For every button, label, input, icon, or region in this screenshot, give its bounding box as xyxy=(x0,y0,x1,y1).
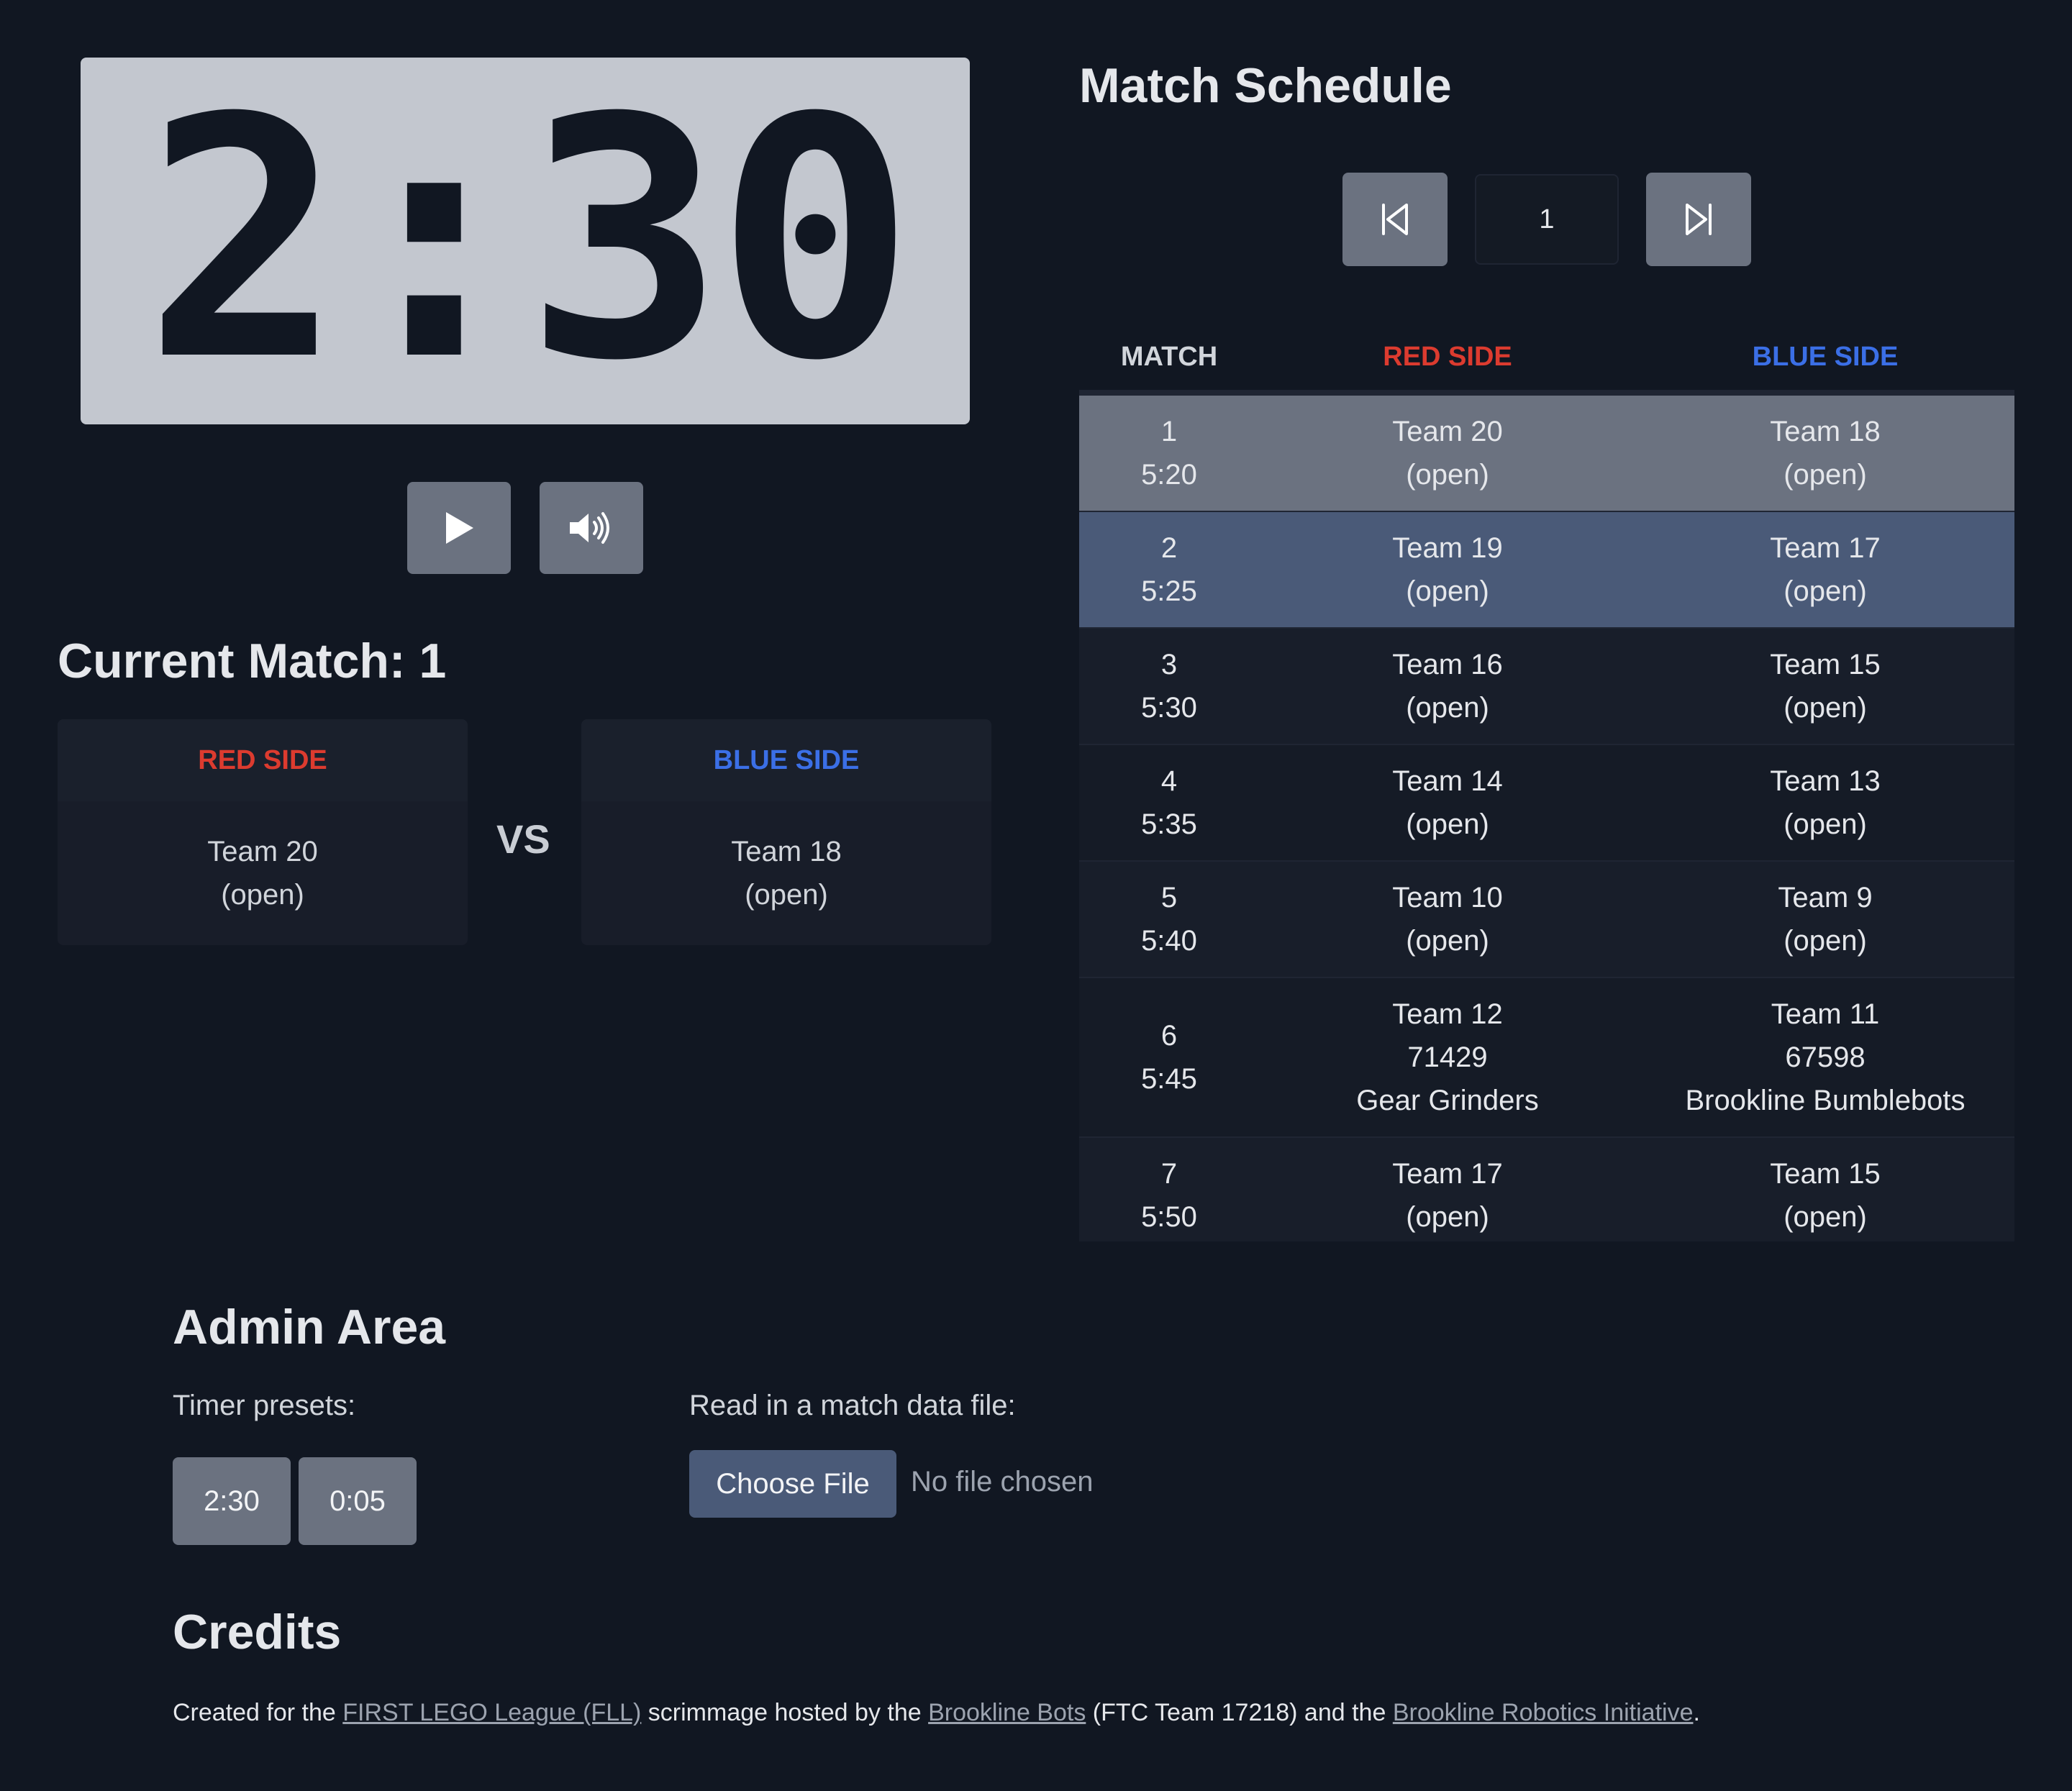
credits-title: Credits xyxy=(173,1605,342,1659)
current-blue-card: BLUE SIDE Team 18 (open) xyxy=(581,719,991,945)
credits-text-1: Created for the xyxy=(173,1699,343,1726)
header-blue-side: BLUE SIDE xyxy=(1752,341,1899,372)
current-blue-label: BLUE SIDE xyxy=(581,719,991,801)
blue-team-status: (open) xyxy=(1784,808,1867,840)
brookline-robotics-link[interactable]: Brookline Robotics Initiative xyxy=(1393,1699,1694,1726)
current-red-status: (open) xyxy=(221,879,304,911)
schedule-table: MATCH RED SIDE BLUE SIDE 1 5:20 Team 20 (o… xyxy=(1079,324,2014,1241)
brookline-bots-link[interactable]: Brookline Bots xyxy=(928,1699,1086,1726)
admin-title: Admin Area xyxy=(173,1300,446,1354)
header-match: MATCH xyxy=(1120,341,1218,372)
fll-link[interactable]: FIRST LEGO League (FLL) xyxy=(342,1699,641,1726)
schedule-title: Match Schedule xyxy=(1079,58,1452,113)
blue-team-status: (open) xyxy=(1784,459,1867,491)
match-number: 2 xyxy=(1160,532,1178,564)
red-team-status: (open) xyxy=(1406,925,1489,957)
red-team-name: Gear Grinders xyxy=(1356,1085,1539,1116)
file-status: No file chosen xyxy=(911,1466,1094,1498)
current-red-label: RED SIDE xyxy=(58,719,468,801)
red-team: Team 12 xyxy=(1392,998,1503,1030)
match-time: 5:45 xyxy=(1141,1063,1197,1095)
match-time: 5:40 xyxy=(1141,925,1197,957)
red-team-status: (open) xyxy=(1406,808,1489,840)
timer-text: 2:30 xyxy=(144,48,915,433)
preset-button-2-30[interactable]: 2:30 xyxy=(173,1457,291,1545)
red-team-status: (open) xyxy=(1406,575,1489,607)
blue-team: Team 17 xyxy=(1770,532,1881,564)
match-time: 5:25 xyxy=(1141,575,1197,607)
blue-team: Team 18 xyxy=(1770,416,1881,447)
red-team-number: 71429 xyxy=(1407,1042,1488,1073)
credits-text-4: . xyxy=(1693,1699,1700,1726)
volume-icon xyxy=(570,512,609,544)
credits-text-3: (FTC Team 17218) and the xyxy=(1086,1699,1393,1726)
red-team: Team 10 xyxy=(1392,882,1503,913)
red-team: Team 20 xyxy=(1392,416,1503,447)
skip-forward-icon xyxy=(1686,204,1712,235)
red-team: Team 14 xyxy=(1392,765,1503,797)
current-red-card: RED SIDE Team 20 (open) xyxy=(58,719,468,945)
match-time: 5:50 xyxy=(1141,1201,1197,1233)
prev-match-button[interactable] xyxy=(1342,173,1448,266)
play-icon xyxy=(446,512,473,544)
timer-presets-label: Timer presets: xyxy=(173,1390,356,1421)
blue-team: Team 13 xyxy=(1770,765,1881,797)
table-row[interactable]: 2 5:25 Team 19 (open) Team 17 (open) xyxy=(1079,512,2014,629)
table-row[interactable]: 7 5:50 Team 17 (open) Team 15 (open) xyxy=(1079,1138,2014,1241)
match-time: 5:35 xyxy=(1141,808,1197,840)
choose-file-button[interactable]: Choose File xyxy=(689,1450,896,1518)
current-blue-status: (open) xyxy=(745,879,828,911)
red-team: Team 17 xyxy=(1392,1158,1503,1190)
blue-team: Team 9 xyxy=(1778,882,1873,913)
match-number: 4 xyxy=(1160,765,1178,797)
blue-team-status: (open) xyxy=(1784,692,1867,724)
blue-team: Team 15 xyxy=(1770,649,1881,680)
file-label: Read in a match data file: xyxy=(689,1390,1016,1421)
red-team-status: (open) xyxy=(1406,692,1489,724)
match-number: 7 xyxy=(1160,1158,1178,1190)
red-team-status: (open) xyxy=(1406,459,1489,491)
table-row[interactable]: 1 5:20 Team 20 (open) Team 18 (open) xyxy=(1079,396,2014,512)
match-number: 5 xyxy=(1160,882,1178,913)
vs-label: VS xyxy=(496,816,550,862)
table-row[interactable]: 3 5:30 Team 16 (open) Team 15 (open) xyxy=(1079,629,2014,745)
blue-team-status: (open) xyxy=(1784,1201,1867,1233)
match-time: 5:20 xyxy=(1141,459,1197,491)
blue-team-number: 67598 xyxy=(1785,1042,1866,1073)
credits-text-2: scrimmage hosted by the xyxy=(641,1699,929,1726)
table-row[interactable]: 6 5:45 Team 12 71429 Gear Grinders Team 11 6… xyxy=(1079,978,2014,1138)
next-match-button[interactable] xyxy=(1646,173,1751,266)
table-row[interactable]: 5 5:40 Team 10 (open) Team 9 (open) xyxy=(1079,862,2014,978)
blue-team-name: Brookline Bumblebots xyxy=(1685,1085,1966,1116)
table-row[interactable]: 4 5:35 Team 14 (open) Team 13 (open) xyxy=(1079,745,2014,862)
red-team: Team 19 xyxy=(1392,532,1503,564)
timer-display: 2:30 xyxy=(81,58,970,424)
current-match-title: Current Match: 1 xyxy=(58,634,447,688)
schedule-header: MATCH RED SIDE BLUE SIDE xyxy=(1079,324,2014,396)
match-number: 3 xyxy=(1160,649,1178,680)
skip-back-icon xyxy=(1382,204,1408,235)
play-button[interactable] xyxy=(407,482,511,574)
page: 2:30 Current Match: 1 RED SIDE Team 20 (… xyxy=(0,0,2072,1791)
red-team-status: (open) xyxy=(1406,1201,1489,1233)
match-number: 6 xyxy=(1160,1020,1178,1052)
sound-button[interactable] xyxy=(540,482,643,574)
match-page-input[interactable] xyxy=(1475,174,1619,265)
match-number: 1 xyxy=(1160,416,1178,447)
preset-button-0-05[interactable]: 0:05 xyxy=(299,1457,417,1545)
header-red-side: RED SIDE xyxy=(1383,341,1512,372)
blue-team: Team 11 xyxy=(1771,998,1880,1030)
blue-team: Team 15 xyxy=(1770,1158,1881,1190)
blue-team-status: (open) xyxy=(1784,925,1867,957)
credits-text: Created for the FIRST LEGO League (FLL) … xyxy=(173,1699,1700,1727)
match-time: 5:30 xyxy=(1141,692,1197,724)
current-blue-team: Team 18 xyxy=(731,836,842,867)
current-red-team: Team 20 xyxy=(207,836,318,867)
blue-team-status: (open) xyxy=(1784,575,1867,607)
red-team: Team 16 xyxy=(1392,649,1503,680)
